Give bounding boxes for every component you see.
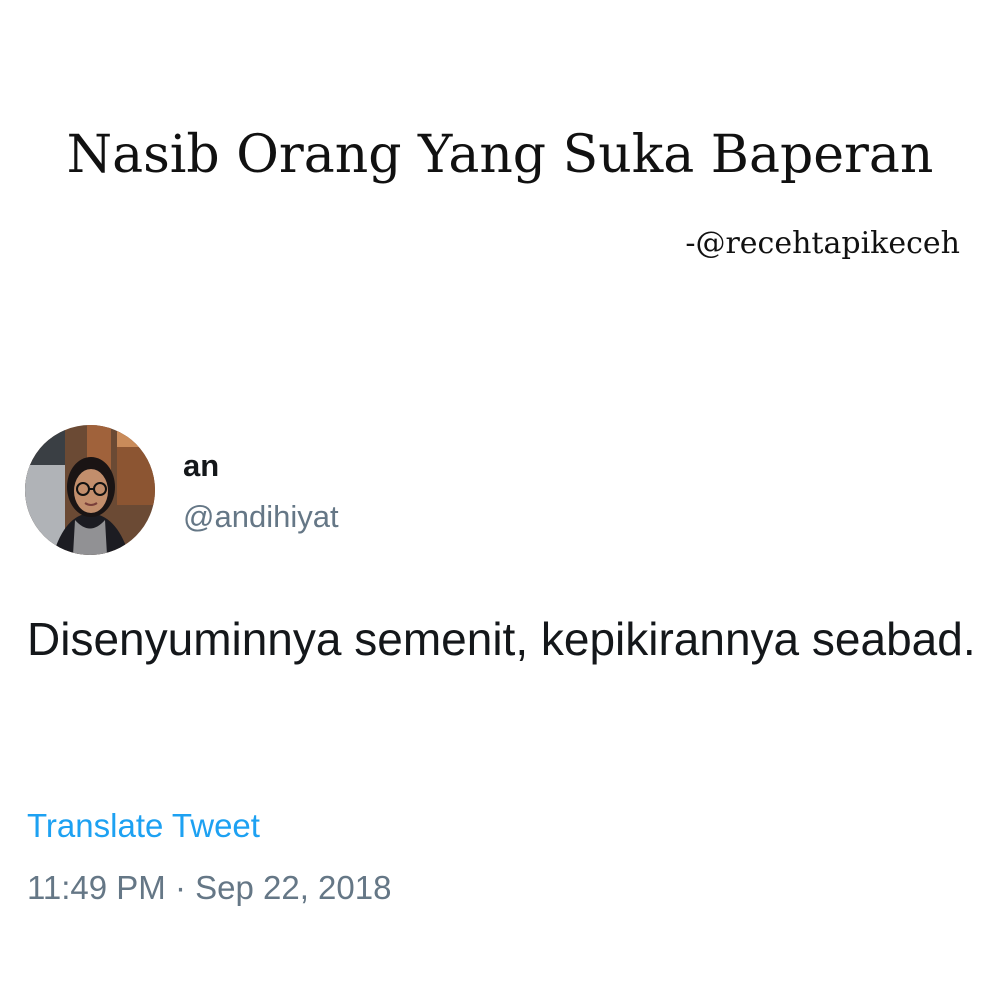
display-name[interactable]: an [183, 447, 219, 485]
tweet-text: Disenyuminnya semenit, kepikirannya seab… [27, 613, 976, 665]
translate-tweet-link[interactable]: Translate Tweet [27, 804, 260, 848]
user-handle[interactable]: @andihiyat [183, 497, 339, 537]
avatar[interactable] [25, 425, 155, 555]
profile-photo-icon [25, 425, 155, 555]
tweet-card: an @andihiyat Disenyuminnya semenit, kep… [0, 0, 1000, 1000]
tweet-timestamp[interactable]: 11:49 PM · Sep 22, 2018 [27, 866, 391, 910]
